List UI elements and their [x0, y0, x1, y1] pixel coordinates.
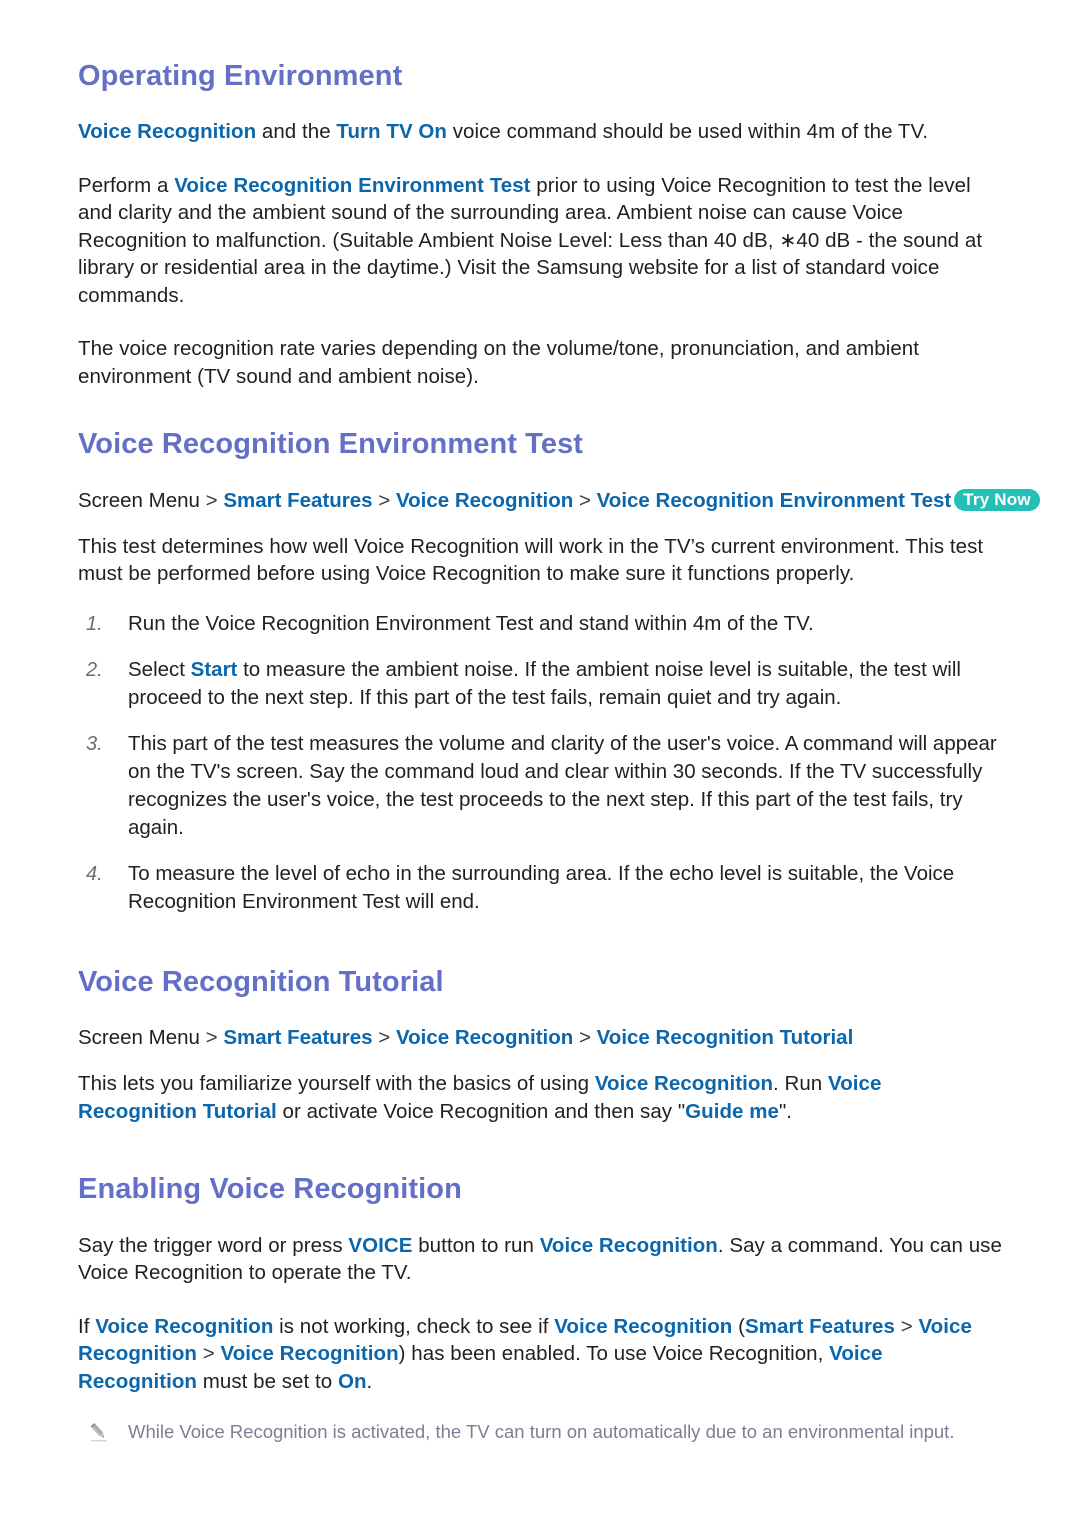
step-number: 4.: [86, 862, 103, 885]
text-run: Run the Voice Recognition Environment Te…: [128, 611, 814, 635]
paragraph-evr-p1: Say the trigger word or press VOICE butt…: [78, 1232, 1002, 1287]
manual-page: Operating Environment Voice Recognition …: [0, 0, 1080, 1527]
step-item: 1. Run the Voice Recognition Environment …: [78, 610, 1002, 638]
breadcrumb-root: Screen Menu: [78, 1026, 200, 1050]
paragraph-oe-p2: Perform a Voice Recognition Environment …: [78, 172, 1002, 310]
highlight-term: Voice Recognition: [539, 1233, 718, 1257]
highlight-term: Voice Recognition: [78, 120, 257, 144]
step-number: 3.: [86, 732, 103, 755]
paragraph-oe-p3: The voice recognition rate varies depend…: [78, 335, 1002, 390]
highlight-term: Voice Recognition Environment Test: [174, 173, 531, 197]
breadcrumb-item[interactable]: Voice Recognition: [396, 1026, 573, 1049]
highlight-term: Voice Recognition: [220, 1342, 399, 1366]
breadcrumb-separator: >: [372, 1026, 396, 1050]
text-run: .: [366, 1369, 373, 1393]
breadcrumb-item[interactable]: Voice Recognition Environment Test: [597, 489, 952, 512]
paragraph-vret-p1: This test determines how well Voice Reco…: [78, 533, 1002, 588]
step-text: To measure the level of echo in the surr…: [128, 862, 954, 913]
highlight-term: Voice Recognition: [594, 1072, 774, 1096]
highlight-term: VOICE: [348, 1233, 413, 1257]
highlight-term: Guide me: [685, 1099, 779, 1123]
section-title-voice-recognition-environment-test: Voice Recognition Environment Test: [78, 428, 584, 461]
text-run: This part of the test measures the volum…: [128, 731, 997, 839]
section-title-voice-recognition-tutorial: Voice Recognition Tutorial: [78, 965, 444, 998]
text-run: ".: [778, 1099, 793, 1123]
text-run: The voice recognition rate varies depend…: [78, 337, 919, 388]
path-separator: >: [894, 1314, 919, 1338]
note-block: While Voice Recognition is activated, th…: [78, 1419, 1002, 1445]
text-run: Select: [128, 657, 191, 681]
highlight-term: Start: [190, 657, 238, 681]
text-run: to measure the ambient noise. If the amb…: [128, 657, 961, 709]
breadcrumb-separator: >: [573, 488, 597, 512]
breadcrumb-item[interactable]: Smart Features: [223, 1026, 372, 1049]
text-run: is not working, check to see if: [273, 1314, 555, 1338]
highlight-term: Voice Recognition: [554, 1314, 733, 1338]
highlight-term: Voice Recognition: [95, 1314, 274, 1338]
pencil-icon: [88, 1421, 110, 1443]
text-run: Perform a: [78, 173, 175, 197]
text-run: must be set to: [197, 1369, 338, 1393]
text-run: or activate Voice Recognition and then s…: [276, 1099, 686, 1123]
text-run: (: [732, 1314, 745, 1338]
step-item: 4. To measure the level of echo in the su…: [78, 860, 1002, 916]
breadcrumb-separator: >: [199, 1026, 224, 1050]
text-run: and the: [256, 120, 337, 144]
text-run: This lets you familiarize yourself with …: [78, 1072, 595, 1096]
highlight-term: Smart Features: [745, 1314, 895, 1338]
text-run: ) has been enabled. To use Voice Recogni…: [398, 1342, 830, 1366]
highlight-term: Turn TV On: [336, 120, 447, 144]
step-item: 3. This part of the test measures the vol…: [78, 730, 1002, 842]
step-text: This part of the test measures the volum…: [128, 732, 997, 839]
path-separator: >: [197, 1342, 221, 1366]
breadcrumb-item[interactable]: Voice Recognition Tutorial: [597, 1026, 854, 1049]
text-run: Say the trigger word or press: [78, 1233, 349, 1257]
breadcrumb-separator: >: [199, 488, 224, 512]
highlight-term: On: [337, 1369, 367, 1393]
breadcrumb-separator: >: [372, 488, 396, 512]
breadcrumb-item[interactable]: Smart Features: [223, 489, 372, 512]
step-number: 1.: [86, 612, 103, 635]
steps-list-environment-test: 1. Run the Voice Recognition Environment …: [78, 610, 1002, 916]
breadcrumb-item[interactable]: Voice Recognition: [396, 489, 573, 512]
step-item: 2. Select Start to measure the ambient no…: [78, 656, 1002, 712]
text-run: This test determines how well Voice Reco…: [78, 534, 984, 586]
breadcrumb-root: Screen Menu: [78, 488, 200, 512]
text-run: . Run: [773, 1072, 829, 1096]
step-text: Run the Voice Recognition Environment Te…: [128, 612, 814, 635]
text-run: voice command should be used within 4m o…: [446, 120, 929, 144]
paragraph-oe-p1: Voice Recognition and the Turn TV On voi…: [78, 118, 1002, 146]
section-title-enabling-voice-recognition: Enabling Voice Recognition: [78, 1173, 462, 1206]
step-text: Select Start to measure the ambient nois…: [128, 658, 961, 709]
paragraph-vrt-p1: This lets you familiarize yourself with …: [78, 1070, 1002, 1125]
try-now-badge[interactable]: Try Now: [954, 488, 1040, 511]
paragraph-evr-p2: If Voice Recognition is not working, che…: [78, 1313, 1002, 1396]
text-run: To measure the level of echo in the surr…: [128, 861, 955, 913]
text-run: button to run: [412, 1233, 540, 1257]
page-title-operating-environment: Operating Environment: [78, 60, 403, 92]
breadcrumb-separator: >: [573, 1026, 597, 1050]
note-text: While Voice Recognition is activated, th…: [128, 1421, 955, 1443]
breadcrumb-environment-test: Screen Menu > Smart Features > Voice Rec…: [78, 487, 1040, 515]
breadcrumb-tutorial: Screen Menu > Smart Features > Voice Rec…: [78, 1024, 1002, 1052]
step-number: 2.: [86, 658, 103, 681]
text-run: If: [78, 1314, 96, 1338]
